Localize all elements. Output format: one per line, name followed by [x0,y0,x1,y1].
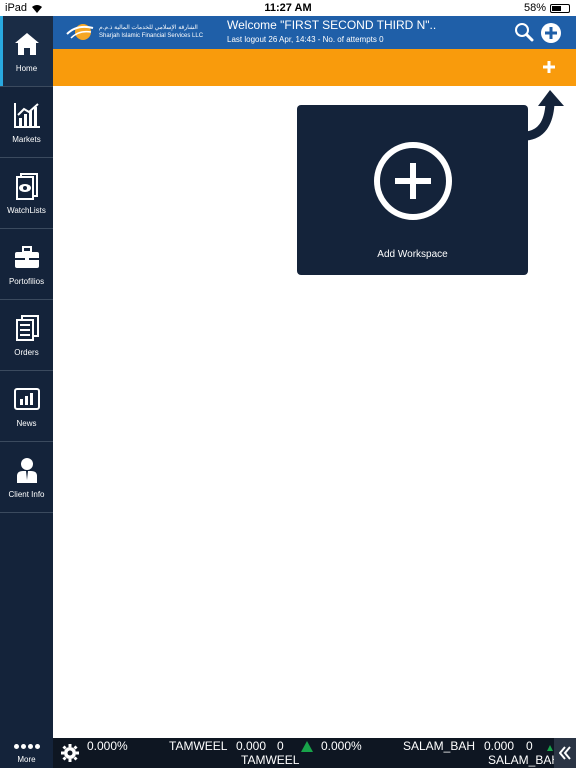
logo-text-arabic: الشارقة الإسلامي للخدمات المالية ذ.م.م [99,25,198,31]
welcome-text: Welcome "FIRST SECOND THIRD N".. [227,18,437,32]
sidebar-item-label: News [16,418,37,428]
ticker-price: 0.000 [484,739,515,753]
up-arrow-icon [301,741,313,752]
ticker-collapse-button[interactable] [554,738,576,768]
double-chevron-left-icon [559,746,571,760]
sidebar-item-client-info[interactable]: Client Info [0,442,53,513]
company-logo: الشارقة الإسلامي للخدمات المالية ذ.م.م S… [65,20,203,44]
status-time: 11:27 AM [264,2,312,14]
curved-arrow-icon [525,90,564,141]
add-workspace-icon [374,142,452,220]
sidebar-item-label: WatchLists [7,205,46,215]
sidebar-item-watchlists[interactable]: WatchLists [0,158,53,229]
battery-icon [550,3,570,13]
orders-icon [15,314,39,341]
briefcase-icon [14,245,39,268]
ticker-change: 0.000% [87,739,128,753]
ticker-volume: 0 [277,739,284,753]
news-icon [13,387,40,410]
sidebar-item-orders[interactable]: Orders [0,300,53,371]
sidebar: Home Markets WatchLists Portofilios Orde… [0,0,53,768]
add-circle-icon[interactable] [540,22,562,44]
ticker-price: 0.000 [236,739,267,753]
ticker-symbol-bottom: SALAM_BAH [488,753,561,767]
logo-text: الشارقة الإسلامي للخدمات المالية ذ.م.م S… [99,24,203,40]
status-bar: iPad 11:27 AM 58% [5,0,576,16]
add-workspace-card[interactable]: Add Workspace [297,105,528,275]
logo-mark-icon [66,24,94,40]
sidebar-item-label: Client Info [8,489,45,499]
sidebar-item-more[interactable]: More [0,744,53,764]
battery-fill [552,5,562,11]
ticker-symbol-bottom: TAMWEEL [241,753,300,767]
up-arrow-icon [547,745,553,751]
sidebar-item-label: Markets [12,134,41,144]
watchlist-icon [15,172,38,200]
battery-percent: 58% [523,2,546,14]
chart-icon [13,102,40,128]
sidebar-item-label: Portofilios [8,276,45,286]
search-icon[interactable] [514,22,534,42]
sidebar-item-portofilios[interactable]: Portofilios [0,229,53,300]
sidebar-item-markets[interactable]: Markets [0,87,53,158]
home-icon [14,32,39,55]
sidebar-item-label: Orders [14,347,39,357]
ticker-symbol: TAMWEEL [169,739,228,753]
more-label: More [17,755,36,764]
sidebar-item-home[interactable]: Home [0,16,53,87]
market-ticker: 0.000% TAMWEEL 0.000 0 0.000% SALAM_BAH … [53,738,576,768]
status-right: 58% [524,2,570,14]
client-icon [16,457,37,483]
ticker-change: 0.000% [321,739,362,753]
workspace-toolbar [53,49,576,86]
sidebar-item-news[interactable]: News [0,371,53,442]
gear-icon[interactable] [60,743,80,763]
last-logout-text: Last logout 26 Apr, 14:43 - No. of attem… [227,35,384,44]
more-icon [13,744,40,749]
ticker-volume: 0 [526,739,533,753]
add-workspace-label: Add Workspace [377,249,448,260]
app-header: الشارقة الإسلامي للخدمات المالية ذ.م.م S… [53,16,576,49]
plus-icon[interactable] [542,60,556,74]
sidebar-item-label: Home [15,63,38,73]
logo-text-english: Sharjah Islamic Financial Services LLC [99,33,204,39]
ticker-symbol: SALAM_BAH [403,739,476,753]
